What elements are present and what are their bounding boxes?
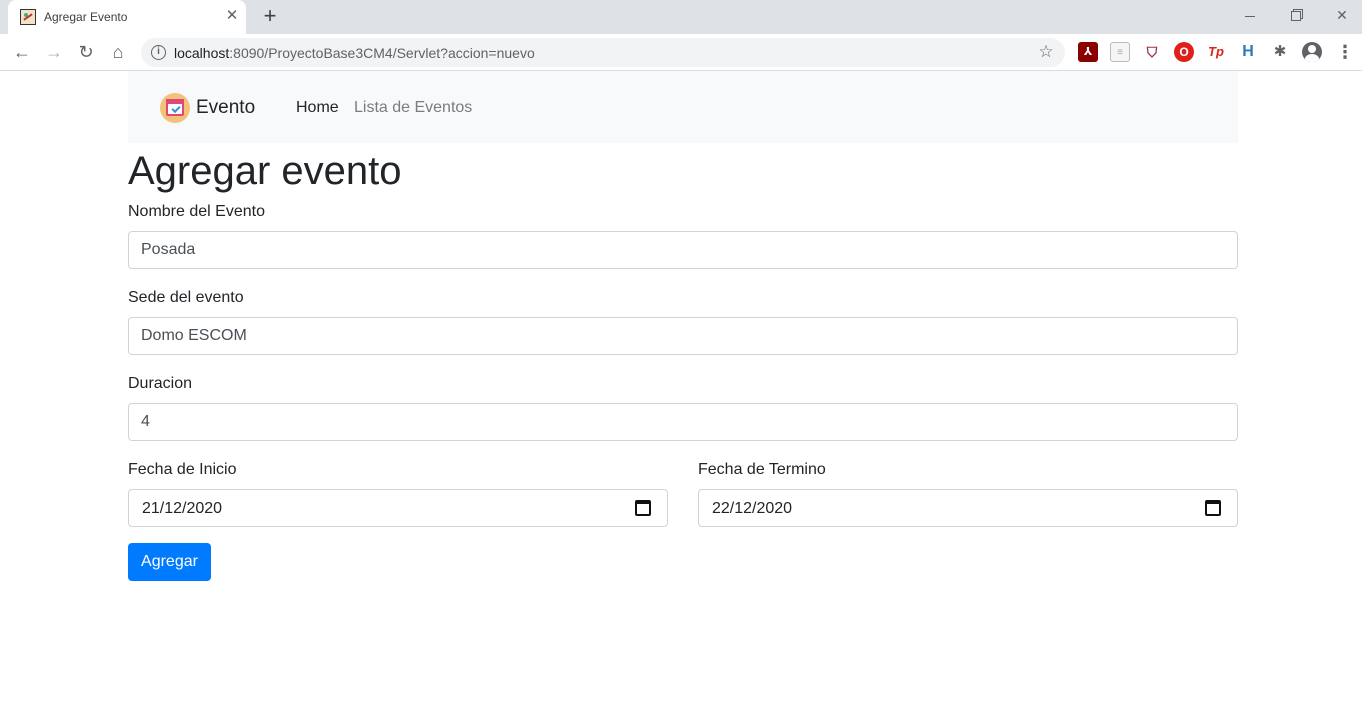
fecha-termino-value: 22/12/2020 [712,500,793,517]
close-tab-icon[interactable]: ✕ [224,8,240,24]
calendar-icon[interactable] [635,500,651,516]
forward-arrow-icon[interactable]: → [42,40,66,64]
duracion-label: Duracion [128,375,193,392]
info-icon[interactable]: i [151,45,166,60]
calendar-icon[interactable] [1205,500,1221,516]
profile-avatar-icon[interactable] [1302,42,1322,62]
home-icon[interactable]: ⌂ [106,40,130,64]
tab-title: Agregar Evento [44,10,128,24]
duracion-input[interactable]: 4 [128,403,1238,441]
bookmark-star-icon[interactable]: ☆ [1035,41,1057,63]
url-path: :8090/ProyectoBase3CM4/Servlet?accion=nu… [229,45,535,61]
sede-input[interactable]: Domo ESCOM [128,317,1238,355]
browser-tabstrip: Agregar Evento ✕ + ✕ [0,0,1362,34]
browser-toolbar: ← → ↻ ⌂ i localhost:8090/ProyectoBase3CM… [0,34,1362,71]
app-favicon-icon [20,9,36,25]
url-host: localhost [174,45,230,61]
fecha-inicio-label: Fecha de Inicio [128,461,237,478]
browser-menu-icon[interactable]: ⋮ [1336,40,1354,64]
restore-window-button[interactable] [1282,4,1310,26]
nav-link-home[interactable]: Home [296,99,339,117]
h-extension-icon[interactable]: H [1238,42,1258,62]
reload-icon[interactable]: ↻ [74,40,98,64]
document-extension-icon[interactable]: ≡ [1110,42,1130,62]
agregar-button[interactable]: Agregar [128,543,211,581]
fecha-termino-input[interactable]: 22/12/2020 [698,489,1238,527]
opera-extension-icon[interactable]: O [1174,42,1194,62]
shield-extension-icon[interactable]: ⛉ [1142,42,1162,62]
tp-extension-icon[interactable]: Tp [1206,42,1226,62]
page-content: Evento Home Lista de Eventos Agregar eve… [0,71,1362,720]
nombre-label: Nombre del Evento [128,203,265,220]
browser-tab[interactable]: Agregar Evento ✕ [8,0,246,34]
navbar: Evento Home Lista de Eventos [128,71,1238,143]
url-text[interactable]: localhost:8090/ProyectoBase3CM4/Servlet?… [174,45,535,61]
pdf-extension-icon[interactable]: ⅄ [1078,42,1098,62]
brand-text: Evento [196,97,256,118]
fecha-inicio-value: 21/12/2020 [142,500,223,517]
address-bar[interactable]: i localhost:8090/ProyectoBase3CM4/Servle… [141,38,1065,67]
fecha-termino-label: Fecha de Termino [698,461,826,478]
navbar-brand[interactable]: Evento [160,93,255,123]
page-title: Agregar evento [128,149,402,193]
back-arrow-icon[interactable]: ← [10,40,34,64]
calendar-check-icon [160,93,190,123]
puzzle-extensions-icon[interactable]: ✱ [1270,42,1290,62]
nav-link-lista-eventos[interactable]: Lista de Eventos [354,99,472,117]
minimize-window-button[interactable] [1236,4,1264,26]
fecha-inicio-input[interactable]: 21/12/2020 [128,489,668,527]
new-tab-button[interactable]: + [258,5,282,29]
sede-label: Sede del evento [128,289,244,306]
nombre-input[interactable]: Posada [128,231,1238,269]
close-window-button[interactable]: ✕ [1328,4,1356,26]
